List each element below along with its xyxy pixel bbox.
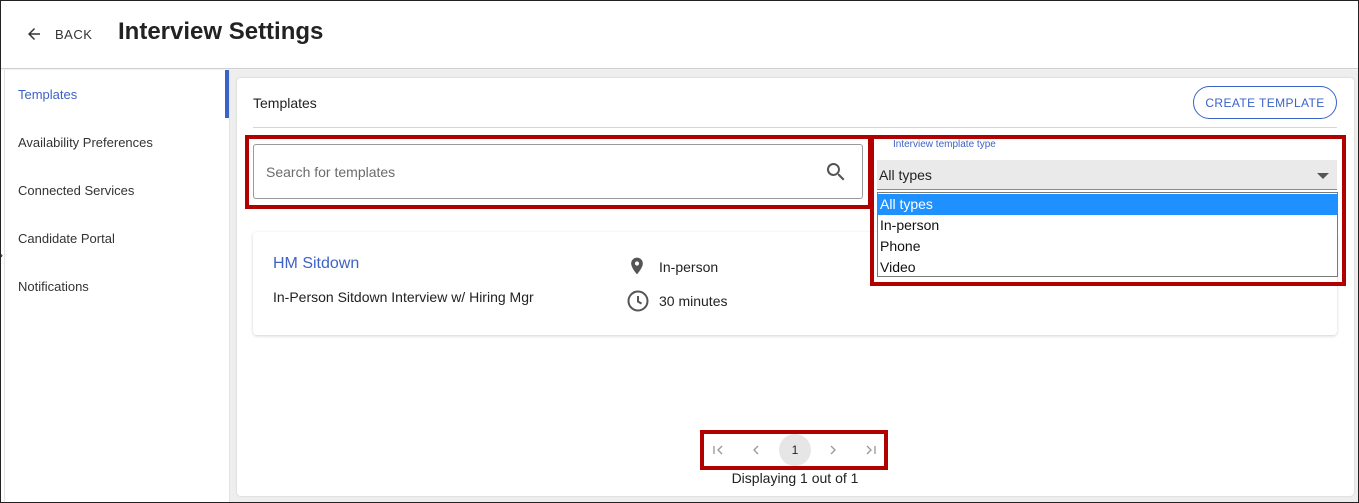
pagination-status: Displaying 1 out of 1 xyxy=(731,470,859,486)
back-label: BACK xyxy=(55,26,93,42)
divider xyxy=(253,127,1337,128)
first-page-icon xyxy=(713,445,723,455)
type-filter-label: Interview template type xyxy=(893,139,996,150)
option-all-types[interactable]: All types xyxy=(878,194,1337,215)
create-template-button[interactable]: CREATE TEMPLATE xyxy=(1193,86,1337,119)
page-number-button[interactable]: 1 xyxy=(779,434,811,466)
prev-page-icon xyxy=(753,445,759,455)
search-field[interactable] xyxy=(253,144,863,199)
option-video[interactable]: Video xyxy=(878,257,1337,278)
chevron-down-icon xyxy=(1317,173,1329,179)
next-page-icon xyxy=(830,445,836,455)
collapse-arrow-icon[interactable]: › xyxy=(0,248,3,262)
type-filter-select[interactable]: All types xyxy=(877,160,1337,190)
sidebar-item-availability-preferences[interactable]: Availability Preferences xyxy=(18,135,153,150)
section-title: Templates xyxy=(253,95,317,111)
page-title: Interview Settings xyxy=(118,18,324,45)
last-page-icon xyxy=(866,445,876,455)
type-filter-value: All types xyxy=(879,167,932,183)
prev-page-button[interactable] xyxy=(742,436,770,464)
type-filter-dropdown: All types In-person Phone Video xyxy=(877,192,1338,277)
app-header: BACK Interview Settings xyxy=(1,1,1358,69)
clock-icon xyxy=(627,290,649,312)
last-page-button[interactable] xyxy=(857,436,885,464)
back-button[interactable]: BACK xyxy=(25,23,92,45)
sidebar-item-notifications[interactable]: Notifications xyxy=(18,279,89,294)
sidebar-item-templates[interactable]: Templates xyxy=(18,87,77,102)
template-type: In-person xyxy=(659,259,719,275)
template-name-link[interactable]: HM Sitdown xyxy=(273,255,359,273)
template-description: In-Person Sitdown Interview w/ Hiring Mg… xyxy=(273,289,534,305)
arrow-left-icon xyxy=(28,28,40,40)
first-page-button[interactable] xyxy=(704,436,732,464)
search-icon[interactable] xyxy=(824,160,848,184)
option-phone[interactable]: Phone xyxy=(878,236,1337,257)
template-duration: 30 minutes xyxy=(659,293,728,309)
location-pin-icon xyxy=(631,257,643,275)
sidebar-item-candidate-portal[interactable]: Candidate Portal xyxy=(18,231,115,246)
option-in-person[interactable]: In-person xyxy=(878,215,1337,236)
active-indicator xyxy=(225,70,229,118)
sidebar-divider xyxy=(4,70,5,502)
next-page-button[interactable] xyxy=(819,436,847,464)
sidebar-item-connected-services[interactable]: Connected Services xyxy=(18,183,134,198)
search-input[interactable] xyxy=(266,159,806,185)
